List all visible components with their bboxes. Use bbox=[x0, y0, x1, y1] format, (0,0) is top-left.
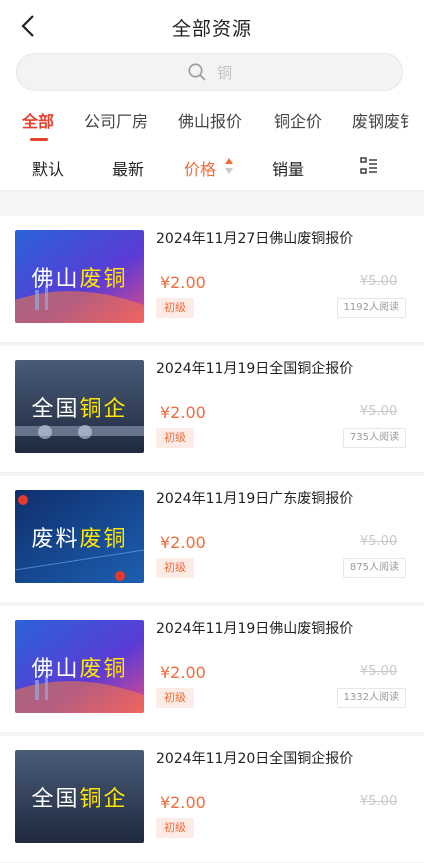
sort-sales[interactable]: 销量 bbox=[272, 156, 304, 180]
sort-arrows-icon bbox=[225, 158, 233, 174]
list-item[interactable]: 佛山废铜 2024年11月27日佛山废铜报价 ¥2.00 ¥5.00 初级 11… bbox=[0, 216, 424, 343]
item-title: 2024年11月20日全国铜企报价 bbox=[156, 751, 354, 767]
read-count: 1192人阅读 bbox=[336, 298, 406, 318]
list-item[interactable]: 全国铜企 2024年11月20日全国铜企报价 ¥2.00 ¥5.00 初级 bbox=[0, 736, 424, 863]
search-placeholder: 铜 bbox=[216, 63, 232, 82]
item-original-price: ¥5.00 bbox=[360, 534, 398, 549]
sort-newest[interactable]: 最新 bbox=[112, 156, 144, 180]
top-header: 全部资源 铜 全部 公司厂房 佛山报价 铜企价 废钢废钅 默认 最新 价格 销量 bbox=[0, 0, 424, 191]
level-badge: 初级 bbox=[156, 298, 194, 318]
tab-copper-enterprise[interactable]: 铜企价 bbox=[274, 108, 322, 132]
sort-default[interactable]: 默认 bbox=[32, 156, 64, 180]
read-count: 735人阅读 bbox=[342, 428, 406, 448]
item-title: 2024年11月19日佛山废铜报价 bbox=[156, 621, 354, 637]
item-title: 2024年11月27日佛山废铜报价 bbox=[156, 231, 354, 247]
tab-foshan-quote[interactable]: 佛山报价 bbox=[178, 108, 242, 132]
item-price: ¥2.00 bbox=[160, 403, 206, 422]
tab-scrap-steel[interactable]: 废钢废钅 bbox=[352, 108, 416, 132]
thumbnail-image: 全国铜企 bbox=[15, 750, 144, 843]
level-badge: 初级 bbox=[156, 688, 194, 708]
level-badge: 初级 bbox=[156, 818, 194, 838]
active-tab-indicator bbox=[30, 138, 48, 141]
thumbnail-image: 全国铜企 bbox=[15, 360, 144, 453]
search-icon bbox=[188, 63, 206, 81]
thumbnail-image: 废料废铜 bbox=[15, 490, 144, 583]
item-original-price: ¥5.00 bbox=[360, 794, 398, 809]
level-badge: 初级 bbox=[156, 558, 194, 578]
item-price: ¥2.00 bbox=[160, 273, 206, 292]
item-original-price: ¥5.00 bbox=[360, 404, 398, 419]
thumbnail-image: 佛山废铜 bbox=[15, 620, 144, 713]
item-title: 2024年11月19日广东废铜报价 bbox=[156, 491, 354, 507]
category-tabs: 全部 公司厂房 佛山报价 铜企价 废钢废钅 bbox=[0, 108, 424, 138]
list-layout-icon[interactable] bbox=[360, 157, 378, 175]
read-count: 1332人阅读 bbox=[336, 688, 406, 708]
item-original-price: ¥5.00 bbox=[360, 274, 398, 289]
item-price: ¥2.00 bbox=[160, 663, 206, 682]
thumbnail-image: 佛山废铜 bbox=[15, 230, 144, 323]
page-title: 全部资源 bbox=[171, 18, 252, 40]
item-original-price: ¥5.00 bbox=[360, 664, 398, 679]
level-badge: 初级 bbox=[156, 428, 194, 448]
item-price: ¥2.00 bbox=[160, 793, 206, 812]
list-item[interactable]: 废料废铜 2024年11月19日广东废铜报价 ¥2.00 ¥5.00 初级 87… bbox=[0, 476, 424, 603]
item-title: 2024年11月19日全国铜企报价 bbox=[156, 361, 354, 377]
list-item[interactable]: 佛山废铜 2024年11月19日佛山废铜报价 ¥2.00 ¥5.00 初级 13… bbox=[0, 606, 424, 733]
read-count: 875人阅读 bbox=[342, 558, 406, 578]
item-price: ¥2.00 bbox=[160, 533, 206, 552]
sort-price[interactable]: 价格 bbox=[184, 156, 216, 180]
search-box[interactable]: 铜 bbox=[16, 53, 403, 91]
tab-company-plant[interactable]: 公司厂房 bbox=[84, 108, 148, 132]
tab-all[interactable]: 全部 bbox=[22, 108, 54, 132]
list-item[interactable]: 全国铜企 2024年11月19日全国铜企报价 ¥2.00 ¥5.00 初级 73… bbox=[0, 346, 424, 473]
